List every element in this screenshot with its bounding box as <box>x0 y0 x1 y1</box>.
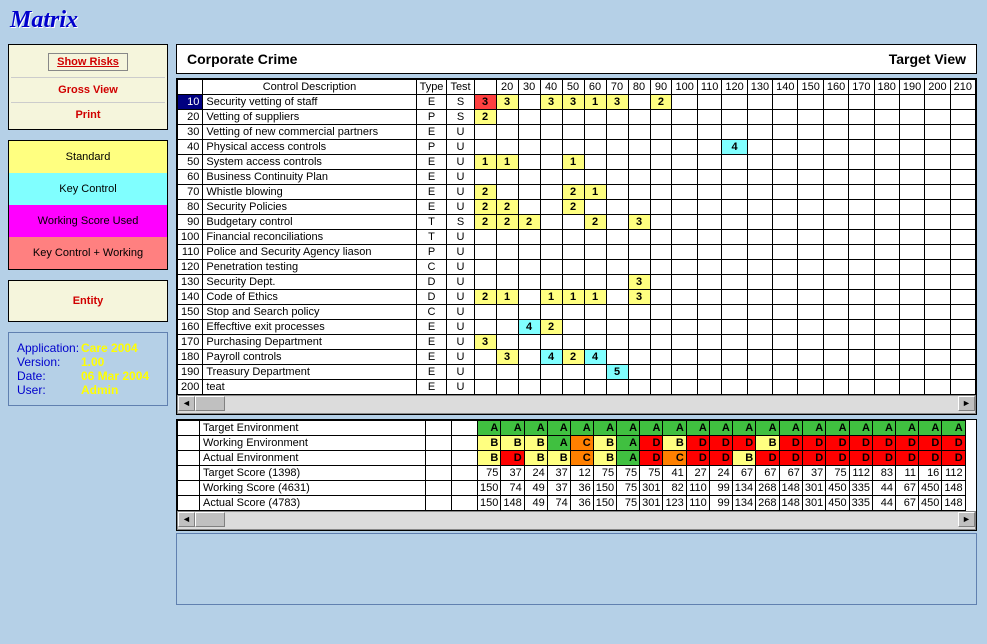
col-header[interactable]: 170 <box>849 80 874 95</box>
table-row[interactable]: 150Stop and Search policyCU <box>178 305 976 320</box>
table-row[interactable]: 120Penetration testingCU <box>178 260 976 275</box>
col-header[interactable]: 120 <box>722 80 747 95</box>
table-row[interactable]: 200teatEU <box>178 380 976 395</box>
table-row[interactable]: 70Whistle blowingEU221 <box>178 185 976 200</box>
col-header[interactable] <box>178 80 203 95</box>
legend-working-score: Working Score Used <box>9 205 167 237</box>
col-header[interactable]: 200 <box>925 80 950 95</box>
table-row[interactable]: 110Police and Security Agency liasonPU <box>178 245 976 260</box>
scroll-thumb[interactable] <box>195 396 225 411</box>
view-mode: Target View <box>889 51 966 67</box>
scroll-right-icon[interactable]: ► <box>958 512 975 527</box>
col-header[interactable]: 210 <box>950 80 975 95</box>
table-row[interactable]: 30Vetting of new commercial partnersEU <box>178 125 976 140</box>
nav-panel: Show Risks Gross View Print <box>8 44 168 130</box>
gross-view-button[interactable]: Gross View <box>11 78 165 103</box>
col-header[interactable]: 80 <box>628 80 650 95</box>
col-header[interactable]: 160 <box>823 80 848 95</box>
col-header[interactable]: 40 <box>540 80 562 95</box>
col-header[interactable]: 20 <box>496 80 518 95</box>
table-row: Target EnvironmentAAAAAAAAAAAAAAAAAAAAA <box>178 421 966 436</box>
table-row[interactable]: 90Budgetary controlTS22223 <box>178 215 976 230</box>
table-row[interactable]: 190Treasury DepartmentEU5 <box>178 365 976 380</box>
col-header[interactable]: Control Description <box>203 80 416 95</box>
summary-scroll-h[interactable]: ◄ ► <box>177 511 976 530</box>
footer-area <box>176 533 977 605</box>
col-header[interactable]: 50 <box>562 80 584 95</box>
scroll-left-icon[interactable]: ◄ <box>178 512 195 527</box>
col-header[interactable]: 30 <box>518 80 540 95</box>
table-row: Target Score (1398)753724371275757541272… <box>178 466 966 481</box>
col-header[interactable]: 110 <box>697 80 722 95</box>
table-row: Actual Score (4783)150148497436150753011… <box>178 496 966 511</box>
scroll-thumb[interactable] <box>195 512 225 527</box>
col-header[interactable]: 130 <box>747 80 772 95</box>
legend-key-control: Key Control <box>9 173 167 205</box>
col-header[interactable]: 70 <box>606 80 628 95</box>
view-header: Corporate Crime Target View <box>176 44 977 74</box>
legend-key-working: Key Control + Working <box>9 237 167 269</box>
entity-panel: Entity <box>8 280 168 322</box>
col-header[interactable]: 180 <box>874 80 899 95</box>
legend-standard: Standard <box>9 141 167 173</box>
table-row: Actual EnvironmentBDBBCBADCDDBDDDDDDDDD <box>178 451 966 466</box>
table-row: Working EnvironmentBBBACBADBDDDBDDDDDDDD <box>178 436 966 451</box>
show-risks-button[interactable]: Show Risks <box>11 47 165 78</box>
col-header[interactable]: 100 <box>672 80 697 95</box>
scroll-right-icon[interactable]: ► <box>958 396 975 411</box>
table-row[interactable]: 100Financial reconciliationsTU <box>178 230 976 245</box>
col-header[interactable]: 60 <box>584 80 606 95</box>
col-header[interactable]: 190 <box>899 80 924 95</box>
col-header[interactable]: Type <box>416 80 447 95</box>
table-row[interactable]: 170Purchasing DepartmentEU3 <box>178 335 976 350</box>
table-row[interactable]: 130Security Dept.DU3 <box>178 275 976 290</box>
matrix-grid[interactable]: Control DescriptionTypeTest1020304050607… <box>176 78 977 415</box>
table-row[interactable]: 20Vetting of suppliersPS2 <box>178 110 976 125</box>
entity-button[interactable]: Entity <box>11 283 165 319</box>
status-panel: Application:Care 2004 Version:1.00 Date:… <box>8 332 168 406</box>
table-row[interactable]: 10Security vetting of staffES3333132 <box>178 95 976 110</box>
app-title: Matrix <box>10 7 78 33</box>
scroll-left-icon[interactable]: ◄ <box>178 396 195 411</box>
matrix-scroll-h[interactable]: ◄ ► <box>177 395 976 414</box>
table-row[interactable]: 160Effecftive exit processesEU42 <box>178 320 976 335</box>
table-row[interactable]: 140Code of EthicsDU211113 <box>178 290 976 305</box>
table-row[interactable]: 40Physical access controlsPU4 <box>178 140 976 155</box>
col-header[interactable]: 150 <box>798 80 823 95</box>
table-row[interactable]: 60Business Continuity PlanEU <box>178 170 976 185</box>
table-row[interactable]: 180Payroll controlsEU3424 <box>178 350 976 365</box>
print-button[interactable]: Print <box>11 103 165 127</box>
summary-grid[interactable]: Target EnvironmentAAAAAAAAAAAAAAAAAAAAAW… <box>176 419 977 531</box>
legend-panel: Standard Key Control Working Score Used … <box>8 140 168 270</box>
table-row[interactable]: 80Security PoliciesEU222 <box>178 200 976 215</box>
view-title: Corporate Crime <box>187 51 297 67</box>
col-header[interactable]: 90 <box>650 80 672 95</box>
col-header[interactable]: 10 <box>474 80 496 95</box>
col-header[interactable]: Test <box>447 80 474 95</box>
table-row[interactable]: 50System access controlsEU111 <box>178 155 976 170</box>
table-row: Working Score (4631)15074493736150753018… <box>178 481 966 496</box>
col-header[interactable]: 140 <box>773 80 798 95</box>
